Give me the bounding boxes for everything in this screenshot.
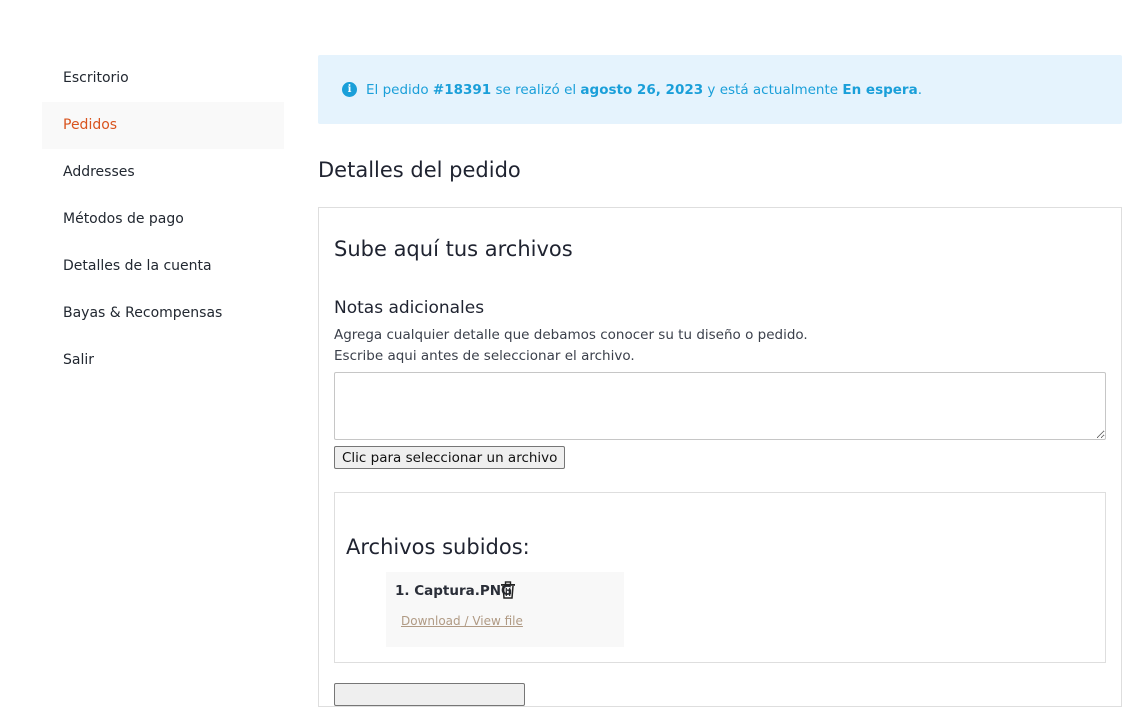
sidebar-item-metodos-de-pago[interactable]: Métodos de pago [42, 196, 284, 243]
notes-help-line-2: Escribe aqui antes de seleccionar el arc… [334, 348, 635, 364]
sidebar-item-escritorio[interactable]: Escritorio [42, 55, 284, 102]
order-status-notice: i El pedido #18391 se realizó el agosto … [318, 55, 1122, 124]
trash-icon[interactable] [500, 581, 516, 599]
order-date: agosto 26, 2023 [580, 81, 704, 98]
order-number: #18391 [432, 81, 492, 98]
upload-title: Sube aquí tus archivos [334, 237, 573, 261]
info-icon: i [342, 82, 357, 97]
uploaded-file-name: 1. Captura.PNG [395, 583, 513, 599]
sidebar-item-salir[interactable]: Salir [42, 337, 284, 384]
order-details-title: Detalles del pedido [318, 158, 521, 182]
sidebar-item-bayas-recompensas[interactable]: Bayas & Recompensas [42, 290, 284, 337]
download-view-file-link[interactable]: Download / View file [401, 614, 523, 628]
notes-title: Notas adicionales [334, 298, 485, 318]
select-file-button[interactable]: Clic para seleccionar un archivo [334, 446, 566, 469]
notes-help-line-1: Agrega cualquier detalle que debamos con… [334, 327, 808, 343]
order-status: En espera [842, 81, 918, 98]
notes-textarea[interactable] [334, 372, 1106, 440]
sidebar-item-detalles-cuenta[interactable]: Detalles de la cuenta [42, 243, 284, 290]
notice-text: El pedido #18391 se realizó el agosto 26… [366, 81, 922, 98]
partial-button[interactable] [334, 683, 525, 706]
account-sidebar: Escritorio Pedidos Addresses Métodos de … [42, 55, 284, 384]
sidebar-item-pedidos[interactable]: Pedidos [42, 102, 284, 149]
sidebar-item-addresses[interactable]: Addresses [42, 149, 284, 196]
uploaded-files-title: Archivos subidos: [346, 535, 530, 559]
